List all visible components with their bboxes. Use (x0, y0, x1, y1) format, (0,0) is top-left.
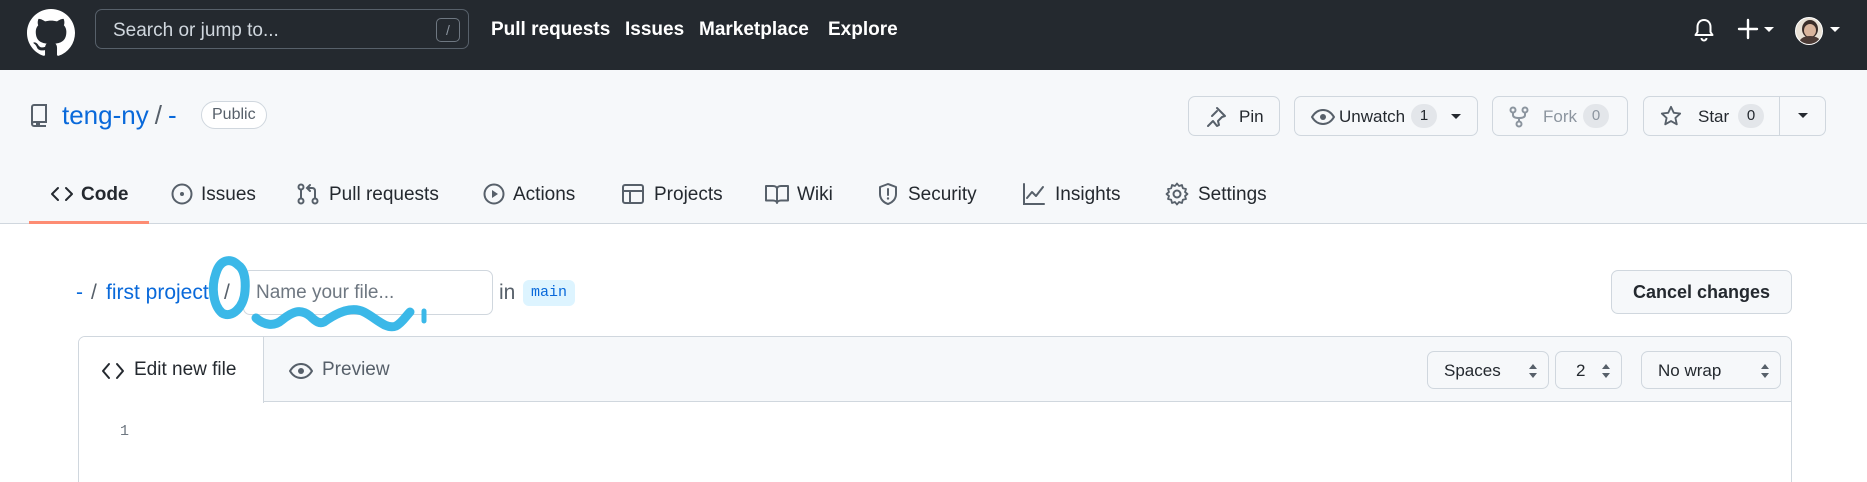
unwatch-button[interactable]: Unwatch 1 (1294, 96, 1478, 136)
breadcrumb-repo-link[interactable]: - (76, 281, 83, 305)
tab-issues-label: Issues (201, 184, 256, 205)
wrap-mode-value: No wrap (1658, 361, 1722, 380)
select-arrows-icon (1761, 364, 1769, 378)
play-icon (483, 183, 505, 205)
select-arrows-icon (1602, 364, 1610, 378)
star-button-group: Star 0 (1643, 96, 1826, 136)
filename-input[interactable] (243, 270, 493, 315)
repo-icon (31, 104, 47, 127)
search-placeholder: Search or jump to... (113, 20, 279, 41)
chevron-down-icon (1830, 27, 1840, 32)
line-number: 1 (120, 423, 130, 440)
repo-title-separator: / (154, 100, 162, 130)
breadcrumb-separator: / (91, 281, 97, 304)
eye-icon (289, 362, 313, 380)
star-list-dropdown-button[interactable] (1781, 97, 1826, 135)
chevron-down-icon (1798, 113, 1808, 118)
pull-request-icon (297, 183, 319, 205)
tab-security-label: Security (908, 184, 977, 205)
file-editor: Edit new file Preview Spaces 2 No wrap 1 (78, 336, 1792, 482)
repo-name-link[interactable]: - (168, 100, 177, 130)
star-counter: 0 (1738, 104, 1764, 128)
search-box[interactable]: Search or jump to... / (95, 9, 469, 49)
fork-label: Fork (1543, 107, 1577, 126)
fork-icon (1509, 106, 1529, 128)
tab-projects-label: Projects (654, 184, 723, 205)
code-icon (102, 363, 124, 379)
bell-icon[interactable] (1692, 17, 1716, 43)
github-logo-icon[interactable] (27, 9, 75, 57)
fork-counter: 0 (1583, 104, 1609, 128)
nav-issues[interactable]: Issues (625, 19, 684, 41)
tab-preview-label: Preview (322, 359, 390, 380)
user-avatar-menu[interactable] (1795, 17, 1847, 45)
editor-toolbar: Edit new file Preview Spaces 2 No wrap (79, 337, 1791, 403)
tab-insights-label: Insights (1055, 184, 1121, 205)
repo-header: teng-ny/- Public Pin Unwatch 1 Fork 0 (0, 70, 1867, 224)
pin-icon (1207, 107, 1226, 127)
wrap-mode-select[interactable]: No wrap (1641, 351, 1781, 389)
search-shortcut-key: / (436, 18, 460, 42)
select-arrows-icon (1529, 364, 1537, 378)
fork-button[interactable]: Fork 0 (1492, 96, 1628, 136)
global-header: Search or jump to... / Pull requests Iss… (0, 0, 1867, 70)
repo-tabs: Code Issues Pull requests Actions Projec… (0, 168, 1867, 224)
breadcrumb-folder-link[interactable]: first project (106, 281, 209, 305)
indent-size-value: 2 (1576, 361, 1586, 380)
unwatch-label: Unwatch (1339, 107, 1406, 126)
cancel-changes-button[interactable]: Cancel changes (1611, 270, 1792, 314)
active-tab-indicator (29, 221, 149, 224)
watch-counter: 1 (1411, 104, 1437, 128)
graph-icon (1023, 183, 1045, 205)
indent-mode-select[interactable]: Spaces (1427, 351, 1549, 389)
nav-explore[interactable]: Explore (828, 19, 898, 41)
tab-actions-label: Actions (513, 184, 576, 205)
tab-code-label: Code (81, 184, 129, 205)
indent-mode-value: Spaces (1444, 361, 1501, 380)
pin-button[interactable]: Pin (1188, 96, 1280, 136)
star-label: Star (1698, 107, 1730, 126)
avatar (1795, 17, 1823, 45)
repo-title: teng-ny / - (62, 100, 177, 131)
create-new-plus-icon[interactable] (1737, 17, 1781, 43)
breadcrumb-separator: / (224, 281, 230, 304)
issue-opened-icon (171, 183, 193, 205)
repo-owner-link[interactable]: teng-ny (62, 100, 149, 130)
star-icon (1660, 105, 1682, 126)
tab-edit-new-file-label: Edit new file (134, 359, 237, 380)
star-button[interactable]: Star 0 (1644, 97, 1780, 135)
code-icon (51, 187, 73, 201)
branch-badge: main (523, 280, 576, 306)
tab-wiki-label: Wiki (797, 184, 833, 205)
gear-icon (1165, 182, 1189, 206)
chevron-down-icon (1451, 114, 1461, 119)
shield-icon (879, 183, 897, 205)
visibility-badge: Public (201, 101, 267, 129)
nav-marketplace[interactable]: Marketplace (699, 19, 809, 41)
pin-label: Pin (1239, 107, 1264, 126)
book-icon (765, 185, 789, 204)
tab-pull-requests-label: Pull requests (329, 184, 439, 205)
eye-icon (1311, 108, 1335, 126)
tab-preview[interactable]: Preview (265, 337, 405, 402)
nav-pull-requests[interactable]: Pull requests (491, 19, 610, 41)
indent-size-select[interactable]: 2 (1555, 351, 1622, 389)
in-label: in (499, 281, 516, 304)
tab-edit-new-file[interactable]: Edit new file (79, 337, 264, 403)
table-icon (622, 184, 644, 204)
tab-settings-label: Settings (1198, 184, 1267, 205)
